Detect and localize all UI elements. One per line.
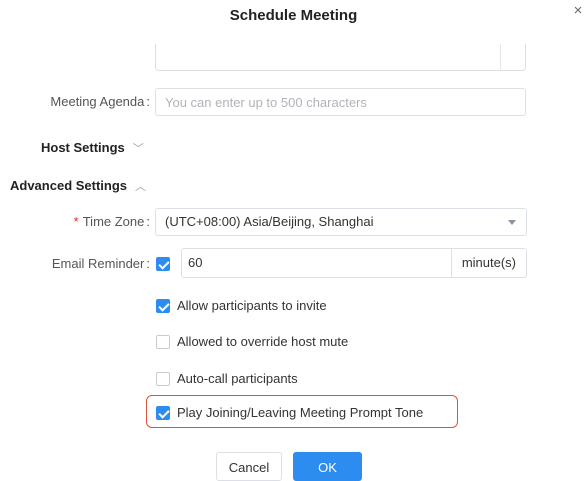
- email-reminder-value: 60: [188, 255, 203, 270]
- chevron-up-icon: ︿: [135, 181, 147, 193]
- prompt-tone-label[interactable]: Play Joining/Leaving Meeting Prompt Tone: [177, 405, 423, 421]
- override-host-mute-checkbox[interactable]: [156, 335, 170, 349]
- time-zone-select[interactable]: (UTC+08:00) Asia/Beijing, Shanghai: [155, 208, 527, 236]
- override-host-mute-label[interactable]: Allowed to override host mute: [177, 334, 348, 350]
- agenda-label: Meeting Agenda:: [50, 94, 150, 109]
- close-icon[interactable]: ×: [571, 3, 585, 18]
- auto-call-checkbox[interactable]: [156, 372, 170, 386]
- chevron-down-icon: ﹀: [132, 143, 144, 155]
- dialog-title: Schedule Meeting: [229, 7, 358, 24]
- agenda-input[interactable]: [155, 88, 526, 116]
- time-zone-label: * Time Zone:: [73, 214, 150, 229]
- email-reminder-input[interactable]: 60 minute(s): [181, 248, 527, 278]
- email-reminder-unit: minute(s): [461, 255, 516, 270]
- caret-down-icon: [508, 220, 516, 225]
- textarea-scrollbar[interactable]: [500, 44, 501, 71]
- auto-call-label[interactable]: Auto-call participants: [177, 371, 298, 387]
- host-settings-toggle[interactable]: Host Settings ﹀: [41, 139, 144, 158]
- allow-invite-checkbox[interactable]: [156, 299, 170, 313]
- required-mark: *: [73, 214, 79, 229]
- prompt-tone-checkbox[interactable]: [156, 406, 170, 420]
- email-reminder-label: Email Reminder:: [51, 256, 150, 271]
- email-reminder-checkbox[interactable]: [156, 257, 170, 271]
- divider: [451, 249, 452, 277]
- cancel-button[interactable]: Cancel: [216, 452, 282, 481]
- description-textarea[interactable]: [155, 44, 526, 71]
- ok-button[interactable]: OK: [293, 452, 362, 481]
- time-zone-value: (UTC+08:00) Asia/Beijing, Shanghai: [165, 214, 374, 229]
- allow-invite-label[interactable]: Allow participants to invite: [177, 298, 327, 314]
- advanced-settings-toggle[interactable]: Advanced Settings ︿: [10, 177, 146, 196]
